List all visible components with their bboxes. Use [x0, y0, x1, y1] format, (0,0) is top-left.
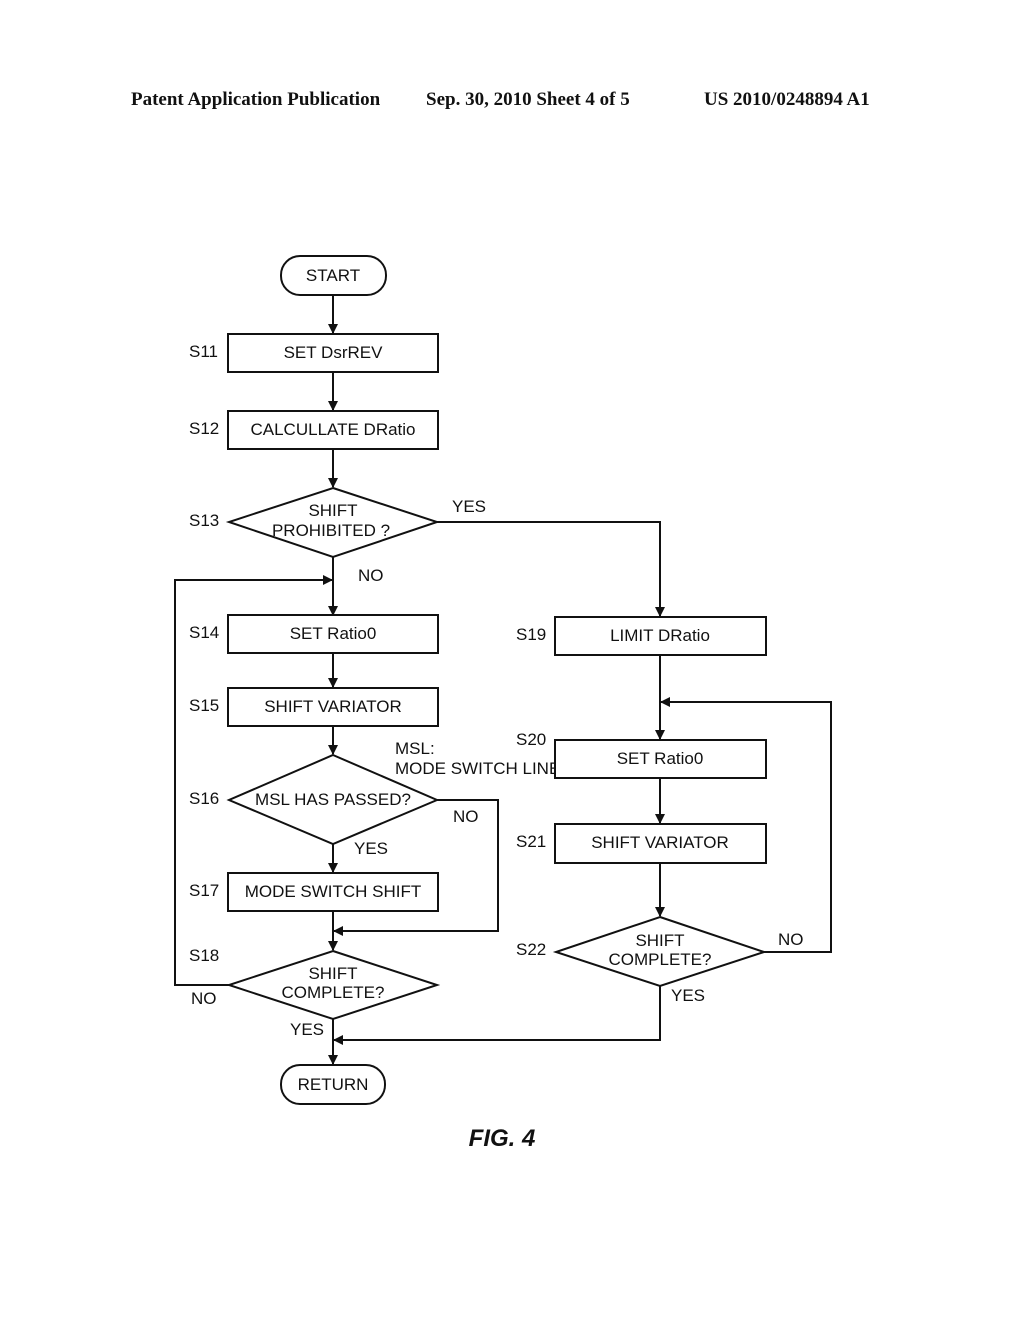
step-id-s20: S20	[516, 730, 546, 749]
note-line1: MSL:	[395, 739, 435, 758]
return-label: RETURN	[298, 1075, 369, 1094]
step-s14-text: SET Ratio0	[290, 624, 377, 643]
start-label: START	[306, 266, 360, 285]
decision-s22-line1: SHIFT	[635, 931, 684, 950]
step-id-s18: S18	[189, 946, 219, 965]
s13-yes-label: YES	[452, 497, 486, 516]
s16-no-label: NO	[453, 807, 479, 826]
flowchart: START S11 SET DsrREV S12 CALCULLATE DRat…	[174, 255, 832, 1152]
decision-s13-line1: SHIFT	[308, 501, 357, 520]
step-s11-text: SET DsrREV	[284, 343, 384, 362]
step-id-s12: S12	[189, 419, 219, 438]
s18-yes-label: YES	[290, 1020, 324, 1039]
step-id-s22: S22	[516, 940, 546, 959]
decision-s22-line2: COMPLETE?	[609, 950, 712, 969]
step-s15-text: SHIFT VARIATOR	[264, 697, 402, 716]
s22-yes-label: YES	[671, 986, 705, 1005]
step-id-s11: S11	[189, 342, 218, 361]
step-s12-text: CALCULLATE DRatio	[250, 420, 415, 439]
step-s19-text: LIMIT DRatio	[610, 626, 710, 645]
step-s21-text: SHIFT VARIATOR	[591, 833, 729, 852]
step-s20-text: SET Ratio0	[617, 749, 704, 768]
decision-s18-line2: COMPLETE?	[282, 983, 385, 1002]
step-s17-text: MODE SWITCH SHIFT	[245, 882, 422, 901]
decision-s16-text: MSL HAS PASSED?	[255, 790, 411, 809]
step-id-s14: S14	[189, 623, 219, 642]
step-id-s21: S21	[516, 832, 546, 851]
figure-label: FIG. 4	[469, 1125, 536, 1152]
step-id-s13: S13	[189, 511, 219, 530]
step-id-s15: S15	[189, 696, 219, 715]
s18-no-label: NO	[191, 989, 217, 1008]
step-id-s16: S16	[189, 789, 219, 808]
arrow-s13-yes-s19	[437, 521, 665, 617]
s13-no-label: NO	[358, 566, 384, 585]
decision-s18-line1: SHIFT	[308, 964, 357, 983]
step-id-s19: S19	[516, 625, 546, 644]
note-line2: MODE SWITCH LINE	[395, 759, 560, 778]
decision-s13-line2: PROHIBITED ?	[272, 521, 390, 540]
s22-no-label: NO	[778, 930, 804, 949]
s16-yes-label: YES	[354, 839, 388, 858]
step-id-s17: S17	[189, 881, 219, 900]
